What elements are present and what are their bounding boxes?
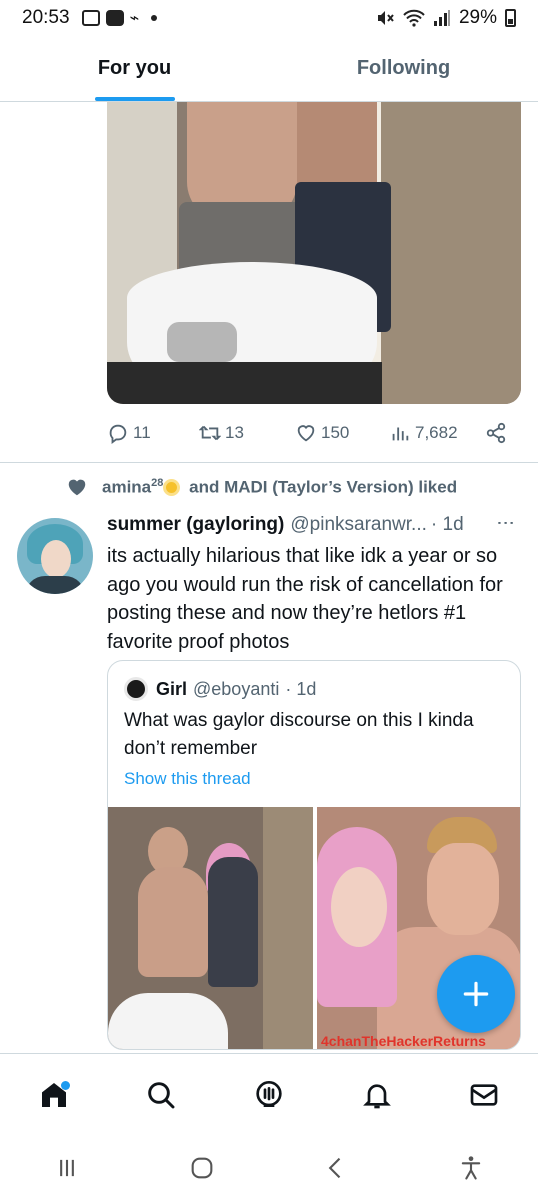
accessibility-button[interactable] bbox=[447, 1144, 495, 1192]
wifi-icon bbox=[403, 9, 425, 27]
status-notification-icons: ⌁ bbox=[81, 8, 158, 28]
like-button[interactable]: 150 bbox=[295, 422, 349, 444]
signal-icon bbox=[433, 10, 450, 26]
post-action-bar: 11 13 150 7,682 bbox=[107, 418, 507, 448]
liker-name: amina bbox=[102, 477, 152, 497]
like-count: 150 bbox=[321, 423, 350, 442]
nav-spaces[interactable] bbox=[245, 1071, 293, 1119]
retweet-icon bbox=[199, 425, 221, 441]
tweet-display-name[interactable]: summer (gayloring) bbox=[107, 514, 284, 536]
share-icon bbox=[486, 422, 506, 444]
status-right: 29% bbox=[375, 7, 516, 29]
spaces-icon bbox=[256, 1080, 282, 1107]
battery-icon bbox=[505, 9, 516, 27]
heart-icon bbox=[297, 425, 315, 442]
nav-notifications[interactable] bbox=[353, 1071, 401, 1119]
status-bar: 20:53 ⌁ 29% bbox=[0, 0, 538, 36]
mail-icon bbox=[470, 1083, 498, 1106]
social-context-rest: and MADI (Taylor’s Version) liked bbox=[189, 477, 458, 497]
social-context[interactable]: amina28 and MADI (Taylor’s Version) like… bbox=[66, 476, 457, 498]
views-count: 7,682 bbox=[415, 423, 458, 442]
tab-following-label: Following bbox=[356, 57, 451, 79]
tweet-header: summer (gayloring) @pinksaranwr... · 1d … bbox=[107, 514, 517, 536]
quoted-display-name: Girl bbox=[156, 678, 188, 699]
tab-for-you-label: For you bbox=[97, 57, 172, 79]
compose-button[interactable] bbox=[437, 955, 515, 1033]
plus-icon bbox=[463, 981, 489, 1007]
home-circle-icon bbox=[191, 1157, 213, 1178]
show-this-thread-link[interactable]: Show this thread bbox=[124, 769, 251, 789]
sunflower-emoji-icon bbox=[163, 479, 181, 497]
quoted-avatar bbox=[124, 677, 148, 701]
active-tab-indicator bbox=[94, 97, 175, 101]
nav-messages[interactable] bbox=[460, 1071, 508, 1119]
retweet-button[interactable]: 13 bbox=[199, 422, 244, 444]
tab-following[interactable]: Following bbox=[269, 36, 538, 101]
social-context-text: amina28 and MADI (Taylor’s Version) like… bbox=[102, 477, 457, 498]
bottom-navigation bbox=[0, 1053, 538, 1135]
system-navigation bbox=[0, 1135, 538, 1200]
back-chevron-icon bbox=[328, 1157, 341, 1178]
back-button[interactable] bbox=[312, 1144, 360, 1192]
quoted-tweet-header: Girl @eboyanti · 1d bbox=[124, 677, 316, 701]
youtube-icon bbox=[105, 10, 124, 26]
nav-search[interactable] bbox=[137, 1071, 185, 1119]
avatar[interactable] bbox=[17, 518, 93, 594]
tweet-handle[interactable]: @pinksaranwr... bbox=[290, 514, 427, 536]
cast-icon: ⌁ bbox=[129, 10, 140, 27]
image-watermark-caption: 4chanTheHackerReturns bbox=[321, 1033, 486, 1049]
recents-icon bbox=[60, 1159, 75, 1176]
quoted-media-image-1[interactable] bbox=[108, 807, 313, 1049]
reply-count: 11 bbox=[133, 423, 151, 442]
share-button[interactable] bbox=[485, 422, 507, 444]
views-icon bbox=[392, 427, 409, 441]
reply-icon bbox=[109, 424, 127, 444]
gallery-icon bbox=[81, 10, 100, 26]
more-options-icon[interactable]: ⋮ bbox=[495, 514, 517, 530]
reply-button[interactable]: 11 bbox=[107, 422, 151, 444]
liker-name-sup: 28 bbox=[151, 476, 164, 489]
recent-apps-button[interactable] bbox=[43, 1144, 91, 1192]
nav-home[interactable] bbox=[30, 1071, 78, 1119]
status-time: 20:53 bbox=[22, 7, 70, 28]
home-system-button[interactable] bbox=[178, 1144, 226, 1192]
battery-percent: 29% bbox=[458, 7, 497, 28]
accessibility-icon bbox=[461, 1155, 480, 1180]
quoted-handle: @eboyanti bbox=[193, 678, 280, 699]
search-icon bbox=[148, 1081, 175, 1108]
screen: 20:53 ⌁ 29% For you Following 11 13 150 … bbox=[0, 0, 538, 1200]
post-divider bbox=[0, 462, 538, 463]
tweet-time[interactable]: · 1d bbox=[431, 514, 464, 536]
tweet-text: its actually hilarious that like idk a y… bbox=[107, 545, 503, 653]
quoted-tweet-text: What was gaylor discourse on this I kind… bbox=[124, 710, 474, 759]
tab-for-you[interactable]: For you bbox=[0, 36, 269, 101]
views-button[interactable]: 7,682 bbox=[389, 422, 458, 444]
new-posts-dot bbox=[60, 1080, 70, 1090]
bell-icon bbox=[362, 1083, 391, 1108]
post-media-image[interactable] bbox=[107, 102, 521, 404]
mute-icon bbox=[377, 11, 394, 25]
timeline-tabs: For you Following bbox=[0, 36, 538, 102]
more-notifications-icon bbox=[151, 15, 158, 21]
heart-filled-icon bbox=[68, 479, 86, 496]
retweet-count: 13 bbox=[225, 423, 244, 442]
quoted-time: · 1d bbox=[285, 678, 317, 699]
